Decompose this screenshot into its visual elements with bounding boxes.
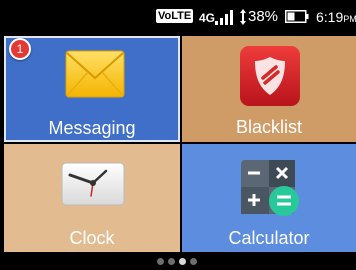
blacklist-label: Blacklist <box>235 117 302 137</box>
page-dot-3[interactable] <box>179 258 186 265</box>
notification-badge: 1 <box>9 38 31 60</box>
calculator-tile[interactable]: Calculator <box>182 144 356 252</box>
shield-block-icon <box>240 46 300 106</box>
time-value: 6:19 <box>316 9 344 25</box>
blacklist-tile[interactable]: Blacklist <box>182 36 356 142</box>
clock-tile[interactable]: Clock <box>4 144 180 252</box>
volte-indicator: VoLTE <box>156 9 194 23</box>
calculator-icon <box>241 160 299 216</box>
data-arrows-icon <box>240 9 246 25</box>
envelope-icon <box>65 50 125 98</box>
time-ampm: PM <box>343 14 356 24</box>
battery-icon <box>285 10 309 23</box>
clock-label: Clock <box>69 228 115 248</box>
status-bar: VoLTE 4G 38% 6:19PM <box>0 0 356 34</box>
network-type: 4G <box>199 11 216 25</box>
page-dot-1[interactable] <box>157 258 164 265</box>
battery-percentage: 38% <box>248 8 279 25</box>
status-time: 6:19PM <box>316 8 356 28</box>
page-dot-4[interactable] <box>190 258 197 265</box>
messaging-label: Messaging <box>48 118 136 138</box>
clock-icon <box>61 162 125 206</box>
home-screen: VoLTE 4G 38% 6:19PM Messaging Blacklist … <box>0 0 356 270</box>
signal-icon <box>215 10 233 25</box>
page-indicator <box>0 252 356 270</box>
calculator-label: Calculator <box>228 228 310 248</box>
page-dot-2[interactable] <box>168 258 175 265</box>
